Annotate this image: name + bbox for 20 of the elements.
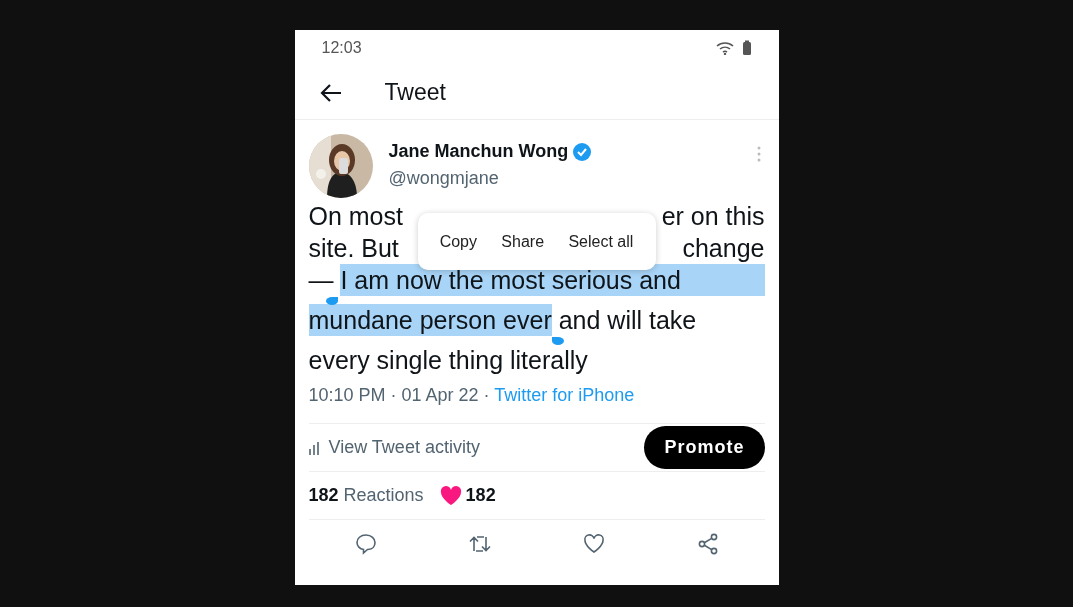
tweet-text: change [682, 233, 765, 264]
page-title: Tweet [384, 78, 446, 108]
tweet-text: er on this [661, 201, 765, 232]
tweet-text: site. But [308, 233, 399, 264]
view-activity-link[interactable]: View Tweet activity [308, 434, 480, 461]
tweet-text: On most [308, 201, 403, 232]
tweet-text: every single thing literally [308, 345, 588, 376]
menu-item[interactable]: Share [497, 227, 549, 256]
promote-button[interactable]: Promote [644, 426, 765, 469]
author-handle: @wongmjane [388, 167, 500, 190]
selected-text: mundane person ever [308, 304, 552, 336]
tweet-text: — [308, 265, 335, 296]
tweet-text: and will take [557, 305, 697, 336]
heart-count: 182 [465, 484, 496, 507]
status-time: 12:03 [321, 38, 362, 58]
menu-item[interactable]: Copy [435, 227, 481, 256]
author-name: Jane Manchun Wong [388, 140, 569, 163]
reactions-count: 182 Reactions [308, 484, 424, 507]
menu-item[interactable]: Select all [564, 227, 638, 256]
tweet-timestamp: 10:10 PM · 01 Apr 22 · [308, 385, 491, 405]
